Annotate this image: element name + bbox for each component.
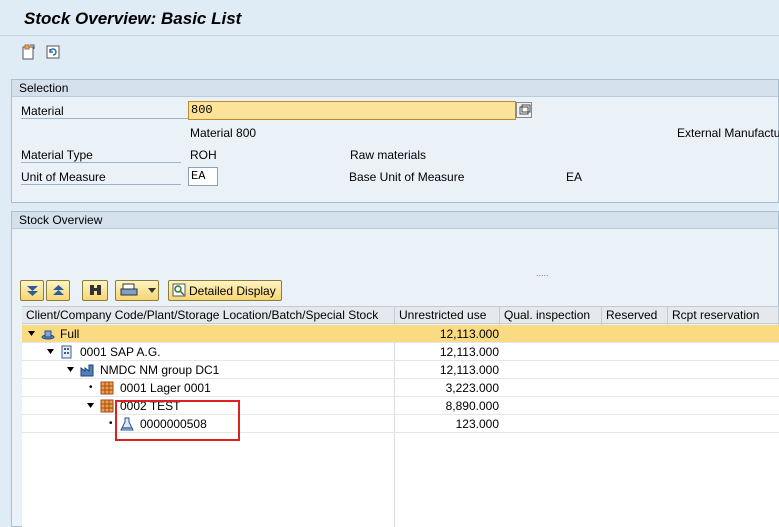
material-label: Material (21, 104, 193, 119)
refresh-icon[interactable] (44, 43, 62, 61)
column-header-reserved[interactable]: Reserved (602, 307, 668, 325)
warehouse-icon (100, 381, 114, 395)
factory-icon (80, 364, 94, 377)
leaf-bullet-icon: • (89, 382, 93, 393)
tree-row-full[interactable]: Full 12,113.000 (22, 325, 779, 343)
stock-overview-title: Stock Overview (12, 212, 778, 229)
uom-label: Unit of Measure (21, 170, 181, 185)
splitter-handle[interactable]: ..... (536, 268, 549, 278)
selection-group: Selection Material 800 Material 800 Exte… (11, 79, 779, 203)
expand-icon (27, 286, 38, 296)
building-icon (61, 345, 72, 359)
unrestricted-value: 12,113.000 (439, 363, 499, 377)
collapse-all-button[interactable] (46, 280, 70, 301)
column-header-unrestricted[interactable]: Unrestricted use (395, 307, 500, 325)
base-uom-value: EA (566, 170, 583, 184)
tree-row-plant[interactable]: NMDC NM group DC1 12,113.000 (22, 361, 779, 379)
column-header-rcpt-reservation[interactable]: Rcpt reservation (668, 307, 779, 325)
material-input[interactable]: 800 (188, 101, 516, 120)
expand-all-button[interactable] (20, 280, 44, 301)
detailed-display-label: Detailed Display (189, 284, 276, 298)
material-type-description: Raw materials (350, 148, 427, 162)
unrestricted-value: 12,113.000 (439, 327, 499, 341)
tree-node-label: 0001 Lager 0001 (120, 381, 211, 395)
hat-icon (41, 330, 55, 340)
selection-group-title: Selection (12, 80, 778, 97)
collapse-icon (53, 285, 64, 295)
column-header-hierarchy[interactable]: Client/Company Code/Plant/Storage Locati… (22, 307, 395, 325)
dropdown-arrow-icon (148, 288, 156, 293)
magnifier-icon (172, 283, 186, 297)
material-type-label: Material Type (21, 148, 181, 163)
new-document-icon[interactable] (20, 43, 38, 61)
annotation-highlight-box (115, 400, 240, 441)
leaf-bullet-icon: • (109, 418, 113, 429)
tree-node-label: Full (60, 327, 80, 341)
find-button[interactable] (82, 280, 108, 301)
warehouse-icon (100, 399, 114, 413)
grid-header: Client/Company Code/Plant/Storage Locati… (22, 306, 779, 325)
binoculars-icon (90, 285, 101, 295)
tree-row-storage-location[interactable]: • 0001 Lager 0001 3,223.000 (22, 379, 779, 397)
application-toolbar (0, 37, 779, 67)
unrestricted-value: 123.000 (455, 417, 499, 431)
expanded-arrow-icon[interactable] (87, 403, 94, 409)
column-header-qual-inspection[interactable]: Qual. inspection (500, 307, 602, 325)
print-icon (120, 283, 138, 296)
external-manufacturer-label: External Manufactu (677, 126, 779, 140)
material-type-value: ROH (190, 148, 217, 162)
base-uom-label: Base Unit of Measure (349, 170, 465, 184)
title-bar: Stock Overview: Basic List (0, 0, 779, 36)
tree-row-company[interactable]: 0001 SAP A.G. 12,113.000 (22, 343, 779, 361)
uom-input[interactable]: EA (188, 167, 218, 186)
tree-node-label: 0001 SAP A.G. (80, 345, 161, 359)
tree-node-label: NMDC NM group DC1 (100, 363, 220, 377)
page-title: Stock Overview: Basic List (24, 9, 242, 28)
detailed-display-button[interactable]: Detailed Display (168, 280, 282, 301)
material-description: Material 800 (190, 126, 257, 140)
matchcode-icon[interactable] (516, 102, 532, 118)
expanded-arrow-icon[interactable] (47, 349, 54, 355)
unrestricted-value: 3,223.000 (445, 381, 499, 395)
unrestricted-value: 8,890.000 (445, 399, 499, 413)
print-button[interactable] (115, 280, 159, 301)
unrestricted-value: 12,113.000 (439, 345, 499, 359)
expanded-arrow-icon[interactable] (28, 331, 35, 337)
expanded-arrow-icon[interactable] (67, 367, 74, 373)
